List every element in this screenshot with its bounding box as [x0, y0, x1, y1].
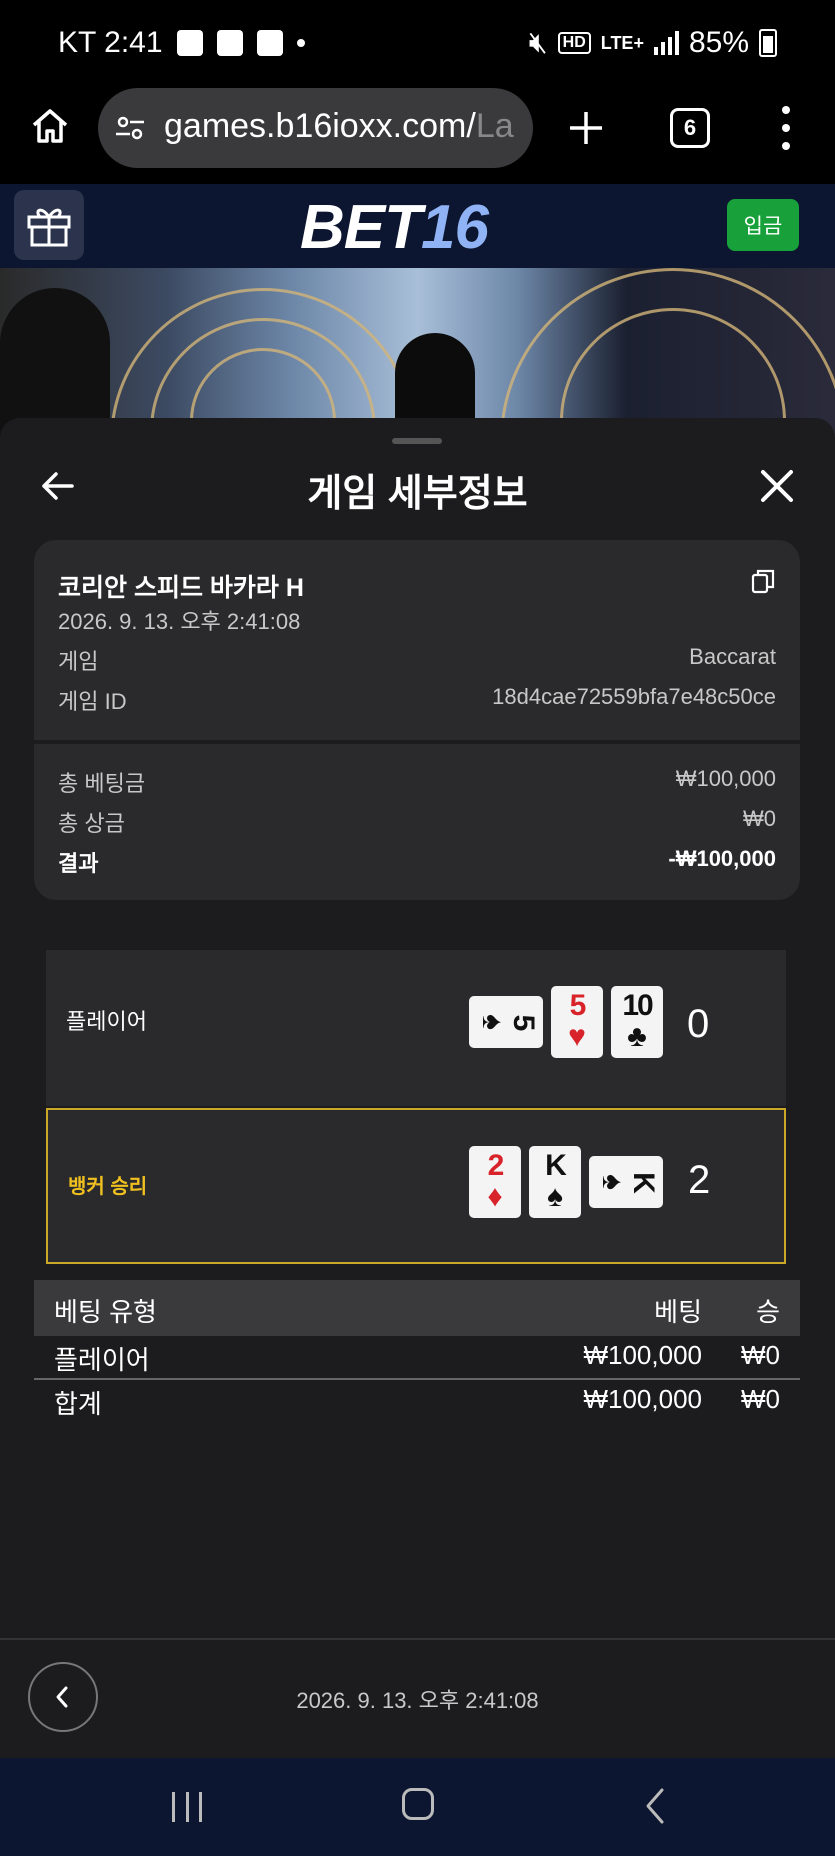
- system-navigation-bar: [0, 1758, 835, 1856]
- signal-icon: [653, 31, 679, 55]
- result-label: 결과: [58, 851, 99, 876]
- home-button-icon[interactable]: [402, 1788, 434, 1820]
- playing-card: 5 ♠: [469, 996, 543, 1048]
- copy-icon[interactable]: [750, 568, 776, 594]
- player-score: 0: [687, 1002, 710, 1046]
- browser-menu-icon[interactable]: [778, 106, 794, 150]
- player-cards: 5 ♠ 5 ♥ 10 ♣: [469, 986, 663, 1058]
- gift-button[interactable]: [14, 190, 84, 260]
- total-bet: ₩100,000: [583, 1384, 702, 1414]
- banker-score: 2: [688, 1158, 711, 1202]
- sheet-title: 게임 세부정보: [307, 473, 528, 515]
- result-value: -₩100,000: [668, 846, 776, 871]
- banker-hand: 뱅커 승리 2 ♦ K ♠ K ♠ 2: [46, 1108, 786, 1264]
- playing-card: 2 ♦: [469, 1146, 521, 1218]
- total-win-row: 총 상금 ₩0: [58, 806, 776, 838]
- network-icon: LTE+: [600, 32, 644, 53]
- bet-win: ₩0: [741, 1340, 780, 1370]
- bet-amount: ₩100,000: [583, 1340, 702, 1370]
- game-name: 코리안 스피드 바카라 H: [58, 574, 304, 602]
- player-hand: 플레이어 5 ♠ 5 ♥ 10 ♣ 0: [46, 950, 786, 1106]
- total-bet-value: ₩100,000: [675, 766, 776, 791]
- browser-toolbar: games.b16ioxx.com/La 6: [0, 88, 835, 184]
- bet-type: 플레이어: [54, 1345, 150, 1375]
- footer-divider: [0, 1638, 835, 1640]
- address-bar[interactable]: games.b16ioxx.com/La: [98, 88, 533, 168]
- total-win: ₩0: [741, 1384, 780, 1414]
- banker-cards: 2 ♦ K ♠ K ♠: [469, 1146, 663, 1218]
- drag-handle[interactable]: [392, 438, 442, 444]
- total-win-label: 총 상금: [58, 811, 125, 836]
- site-header: BET16 입금: [0, 184, 835, 268]
- card-divider: [34, 740, 800, 744]
- header-bet-type: 베팅 유형: [54, 1297, 157, 1327]
- tab-switcher-button[interactable]: 6: [670, 108, 710, 148]
- recent-apps-icon[interactable]: [172, 1792, 202, 1822]
- game-datetime: 2026. 9. 13. 오후 2:41:08: [58, 609, 301, 634]
- new-tab-icon[interactable]: [566, 108, 606, 148]
- site-logo[interactable]: BET16: [300, 192, 489, 263]
- site-settings-icon[interactable]: [114, 112, 146, 144]
- player-label: 플레이어: [66, 1009, 147, 1034]
- game-id-label: 게임 ID: [58, 689, 127, 714]
- game-type-value: Baccarat: [689, 644, 776, 669]
- banker-win-label: 뱅커 승리: [68, 1176, 148, 1198]
- home-icon[interactable]: [30, 106, 70, 146]
- total-bet-label: 총 베팅금: [58, 771, 146, 796]
- url-text: games.b16ioxx.com/La: [164, 107, 514, 145]
- status-bar: KT 2:41 🔇︎ HD LTE+ 85%: [0, 0, 835, 88]
- playing-card: K ♠: [589, 1156, 663, 1208]
- result-row: 결과 -₩100,000: [58, 846, 776, 878]
- back-icon[interactable]: [640, 1786, 670, 1826]
- playing-card: 10 ♣: [611, 986, 663, 1058]
- live-video-stream: [0, 268, 835, 438]
- carrier-time: KT 2:41: [58, 26, 163, 59]
- hd-icon: HD: [557, 32, 591, 54]
- more-notifications-icon: [296, 39, 305, 47]
- total-bet-row: 총 베팅금 ₩100,000: [58, 766, 776, 798]
- battery-level: 85%: [688, 26, 749, 59]
- game-details-sheet: 게임 세부정보 코리안 스피드 바카라 H 2026. 9. 13. 오후 2:…: [0, 418, 835, 1758]
- gift-icon: [27, 208, 71, 247]
- game-id-value: 18d4cae72559bfa7e48c50ce: [492, 684, 776, 709]
- table-total-row: 합계 ₩100,000 ₩0: [34, 1384, 800, 1428]
- calendar-notification-icon: [256, 30, 283, 56]
- game-info-card: 코리안 스피드 바카라 H 2026. 9. 13. 오후 2:41:08 게임…: [34, 540, 800, 900]
- total-win-value: ₩0: [743, 806, 776, 831]
- playing-card: K ♠: [529, 1146, 581, 1218]
- header-bet-amount: 베팅: [654, 1297, 702, 1327]
- playing-card: 5 ♥: [551, 986, 603, 1058]
- gallery-notification-icon: [176, 30, 203, 56]
- mute-icon: 🔇︎: [528, 26, 548, 59]
- battery-icon: [759, 29, 777, 57]
- total-label: 합계: [54, 1389, 102, 1419]
- footer-datetime: 2026. 9. 13. 오후 2:41:08: [296, 1688, 539, 1713]
- table-divider: [34, 1378, 800, 1380]
- game-type-label: 게임: [58, 649, 99, 674]
- bets-table-header: 베팅 유형 베팅 승: [34, 1280, 800, 1336]
- game-type-row: 게임 Baccarat: [58, 644, 776, 676]
- deposit-button[interactable]: 입금: [727, 199, 799, 251]
- header-win: 승: [756, 1297, 780, 1327]
- app-notification-icon: [216, 30, 243, 56]
- game-id-row: 게임 ID 18d4cae72559bfa7e48c50ce: [58, 684, 776, 716]
- close-icon[interactable]: [757, 466, 797, 506]
